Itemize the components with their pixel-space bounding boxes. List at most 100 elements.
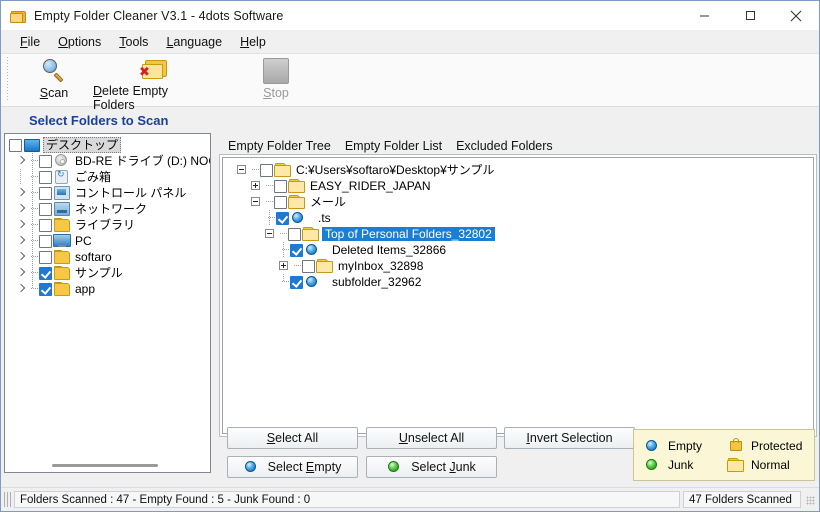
stop-button[interactable]: Stop [237,54,315,106]
magnifier-icon [42,58,66,84]
row-checkbox[interactable] [39,202,52,216]
expander-chevron-icon[interactable] [15,233,27,249]
expander-chevron-icon[interactable] [15,153,27,169]
tree-row[interactable]: ライブラリ [7,217,210,233]
tree-row-label: メール [310,195,347,209]
junk-ball-icon [387,460,404,474]
tree-row[interactable]: メール [223,194,813,210]
invert-selection-label: Invert Selection [526,431,613,445]
row-checkbox[interactable] [260,163,273,177]
tree-row-label: コントロール パネル [75,186,187,200]
horizontal-scrollbar[interactable] [8,461,207,470]
row-checkbox[interactable] [274,195,287,209]
row-checkbox[interactable] [9,138,22,152]
row-checkbox[interactable] [302,259,315,273]
tree-row[interactable]: softaro [7,249,210,265]
tree-row-label: デスクトップ [43,137,122,153]
empty-folder-tree-box[interactable]: C:¥Users¥softaro¥Desktop¥サンプル EASY_RIDER… [219,154,817,437]
row-checkbox[interactable] [39,234,52,248]
select-junk-button[interactable]: Select Junk [366,456,497,478]
row-checkbox[interactable] [288,227,301,241]
tab-excluded-folders[interactable]: Excluded Folders [449,137,560,155]
status-grip [4,492,12,507]
tree-row[interactable]: Deleted Items_32866 [223,242,813,258]
select-all-button[interactable]: Select All [227,427,358,449]
tree-row[interactable]: サンプル [7,265,210,281]
row-checkbox[interactable] [39,250,52,264]
row-checkbox[interactable] [290,243,303,257]
tree-row[interactable]: コントロール パネル [7,185,210,201]
tree-line [27,169,39,185]
select-empty-button[interactable]: Select Empty [227,456,358,478]
tree-row-label: app [75,282,96,296]
tree-row[interactable]: デスクトップ [7,137,210,153]
row-checkbox[interactable] [39,154,52,168]
scan-button[interactable]: Scan [15,54,93,106]
tree-row[interactable]: C:¥Users¥softaro¥Desktop¥サンプル [223,162,813,178]
row-checkbox[interactable] [290,275,303,289]
tab-empty-folder-tree[interactable]: Empty Folder Tree [221,137,338,155]
menu-language[interactable]: Language [157,33,231,51]
section-heading-label: Select Folders to Scan [29,112,169,128]
stop-button-label: Stop [263,86,289,100]
tree-row-label: EASY_RIDER_JAPAN [310,179,431,193]
tree-row[interactable]: ごみ箱 [7,169,210,185]
folder-open-icon [302,227,319,241]
tree-row[interactable]: subfolder_32962 [223,274,813,290]
disc-icon [53,154,70,168]
folder-tree-rows: デスクトップ BD-RE ドライブ (D:) NOCOUNTRY ごみ箱 [5,134,210,297]
row-checkbox[interactable] [39,282,52,296]
tree-row[interactable]: ネットワーク [7,201,210,217]
desktop-icon [23,138,40,152]
tab-label: Empty Folder List [344,139,443,153]
tree-line [278,274,290,290]
expander-minus-icon[interactable] [264,226,276,242]
delete-empty-folders-label: Delete Empty Folders [93,84,169,112]
minimize-icon[interactable] [681,1,727,30]
expander-chevron-icon[interactable] [15,201,27,217]
menu-help[interactable]: Help [231,33,275,51]
tab-empty-folder-list[interactable]: Empty Folder List [338,137,449,155]
menu-tools-label: ools [125,35,149,49]
expander-chevron-icon[interactable] [15,265,27,281]
invert-selection-button[interactable]: Invert Selection [504,427,635,449]
tree-line [27,265,39,281]
tree-row[interactable]: .ts [223,210,813,226]
row-checkbox[interactable] [39,218,52,232]
toolbar-grip[interactable] [5,57,11,101]
close-icon[interactable] [773,1,819,30]
folder-tree-panel[interactable]: デスクトップ BD-RE ドライブ (D:) NOCOUNTRY ごみ箱 [4,133,211,473]
menu-tools[interactable]: Tools [110,33,157,51]
row-checkbox[interactable] [274,179,287,193]
row-checkbox[interactable] [39,186,52,200]
row-checkbox[interactable] [276,211,289,225]
junk-ball-icon [644,458,661,472]
expander-plus-icon[interactable] [250,178,262,194]
unselect-all-button[interactable]: Unselect All [366,427,497,449]
tree-row[interactable]: myInbox_32898 [223,258,813,274]
row-checkbox[interactable] [39,266,52,280]
tree-row[interactable]: Top of Personal Folders_32802 [223,226,813,242]
resize-grip-icon[interactable] [804,494,816,506]
delete-empty-folders-button[interactable]: ✖ Delete Empty Folders [93,54,213,112]
legend-box: Empty Protected Junk Normal [633,429,815,481]
tree-line [276,226,288,242]
menu-options-label: ptions [67,35,102,49]
folder-open-icon [288,195,305,209]
expander-chevron-icon[interactable] [15,217,27,233]
menu-file[interactable]: File [11,33,49,51]
maximize-icon[interactable] [727,1,773,30]
expander-chevron-icon[interactable] [15,281,27,297]
row-checkbox[interactable] [39,170,52,184]
expander-chevron-icon[interactable] [15,249,27,265]
tree-row[interactable]: BD-RE ドライブ (D:) NOCOUNTRY [7,153,210,169]
tree-row[interactable]: PC [7,233,210,249]
network-icon [53,202,70,216]
expander-chevron-icon[interactable] [15,185,27,201]
menu-options[interactable]: Options [49,33,110,51]
tree-row[interactable]: app [7,281,210,297]
expander-plus-icon[interactable] [278,258,290,274]
expander-minus-icon[interactable] [250,194,262,210]
tree-row[interactable]: EASY_RIDER_JAPAN [223,178,813,194]
expander-minus-icon[interactable] [236,162,248,178]
